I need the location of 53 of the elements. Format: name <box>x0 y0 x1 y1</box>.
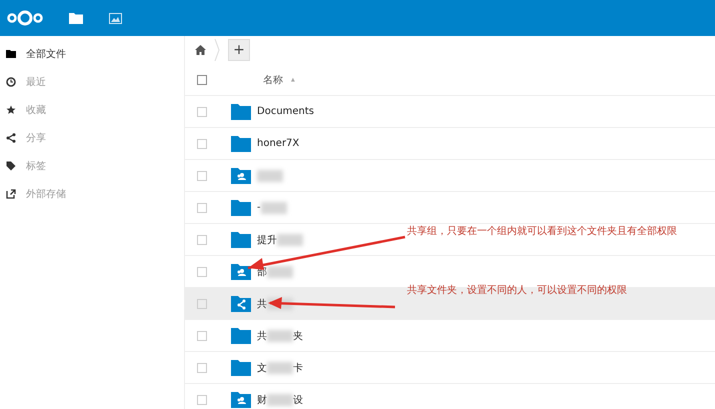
row-checkbox[interactable] <box>197 106 207 116</box>
home-icon[interactable] <box>195 45 206 55</box>
folder-icon <box>231 232 251 248</box>
logo-icon[interactable] <box>7 10 43 26</box>
file-row[interactable]: - <box>185 192 715 224</box>
row-checkbox[interactable] <box>197 362 207 372</box>
file-row[interactable]: 提升 共享组，只要在一个组内就可以看到这个文件夹且有全部权限 <box>185 224 715 256</box>
row-checkbox[interactable] <box>197 394 207 404</box>
shared-folder-icon <box>231 296 251 312</box>
file-name[interactable]: 共 <box>257 296 267 310</box>
column-header[interactable]: 名称 <box>263 72 283 86</box>
star-icon <box>6 105 16 115</box>
share-icon <box>6 133 16 143</box>
tag-icon <box>6 161 16 171</box>
row-checkbox[interactable] <box>197 298 207 308</box>
folder-icon <box>231 136 251 152</box>
file-name[interactable]: 文 <box>257 360 267 374</box>
select-all-checkbox[interactable] <box>197 74 207 84</box>
file-row[interactable]: 共 夹 <box>185 320 715 352</box>
row-checkbox[interactable] <box>197 202 207 212</box>
group-folder-icon <box>231 264 251 280</box>
sidebar-item[interactable]: 全部文件 <box>0 40 184 68</box>
folder-icon[interactable] <box>69 12 83 24</box>
clock-icon <box>6 77 16 87</box>
file-name[interactable]: Documents <box>257 106 314 117</box>
file-name[interactable]: 提升 <box>257 232 277 246</box>
file-row[interactable]: honer7X <box>185 128 715 160</box>
row-checkbox[interactable] <box>197 266 207 276</box>
image-icon[interactable] <box>109 12 122 24</box>
file-name[interactable]: 卡 <box>293 360 303 374</box>
file-name[interactable]: 财 <box>257 392 267 406</box>
file-row[interactable]: 文 卡 <box>185 352 715 384</box>
annotation-text: 共享组，只要在一个组内就可以看到这个文件夹且有全部权限 <box>407 224 677 238</box>
row-checkbox[interactable] <box>197 234 207 244</box>
group-folder-icon <box>231 168 251 184</box>
file-name[interactable]: 共 <box>257 328 267 342</box>
file-row[interactable]: Documents <box>185 96 715 128</box>
file-name[interactable]: honer7X <box>257 138 300 149</box>
folder-icon <box>231 104 251 120</box>
row-checkbox[interactable] <box>197 330 207 340</box>
file-name[interactable]: - <box>257 202 261 213</box>
folder-icon <box>231 200 251 216</box>
chevron-icon <box>214 39 220 61</box>
folder-icon <box>231 328 251 344</box>
file-name[interactable]: 夹 <box>293 328 303 342</box>
external-icon <box>6 189 16 199</box>
file-name[interactable]: 设 <box>293 392 303 406</box>
row-checkbox[interactable] <box>197 170 207 180</box>
folder-icon <box>231 360 251 376</box>
new-button[interactable]: + <box>228 39 250 61</box>
row-checkbox[interactable] <box>197 138 207 148</box>
folder-icon <box>6 49 16 59</box>
file-row[interactable]: 财 设 <box>185 384 715 409</box>
